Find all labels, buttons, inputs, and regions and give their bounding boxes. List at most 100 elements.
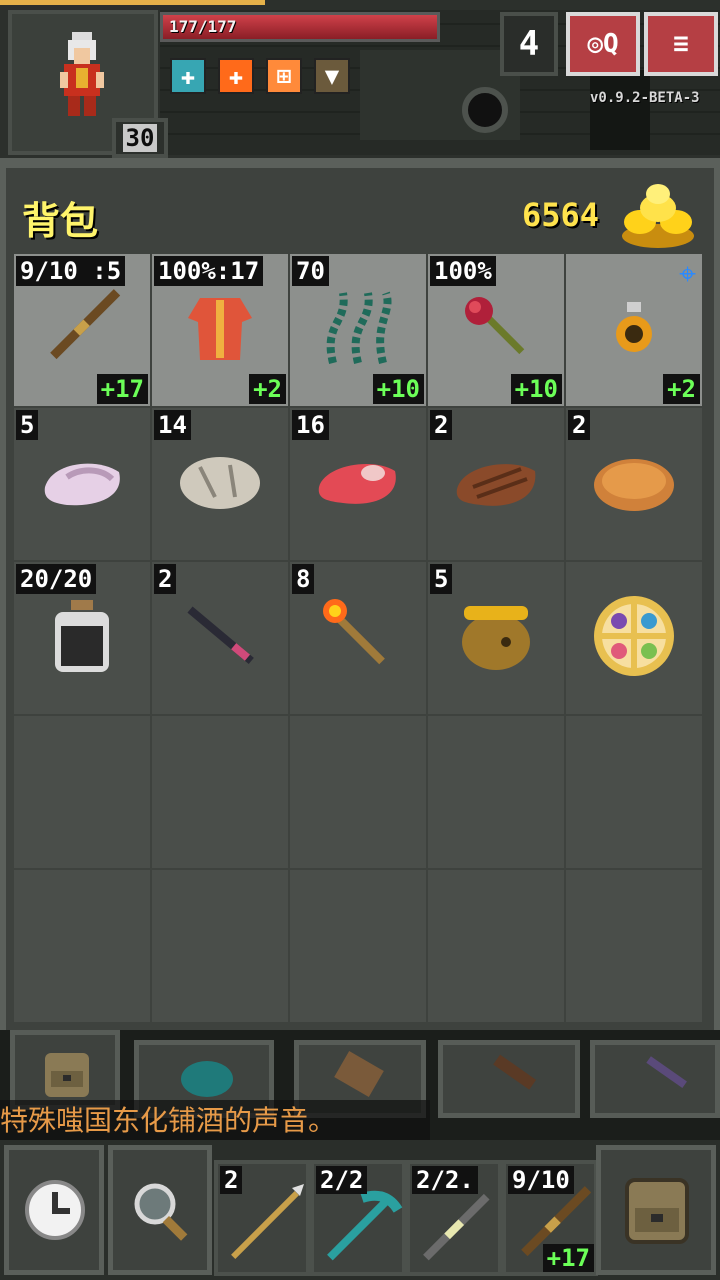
inventory-slot-empty[interactable]	[428, 716, 564, 868]
quickslot-3[interactable]: 2/2.	[406, 1160, 502, 1276]
mystery-meat-icon	[37, 447, 127, 521]
health-text: 177/177	[169, 17, 237, 36]
inventory-slot-empty[interactable]	[14, 870, 150, 1022]
hero-level-badge: 30	[112, 118, 168, 158]
backpack-icon	[625, 1178, 689, 1244]
wait-button[interactable]	[4, 1145, 104, 1275]
backpack-tab[interactable]	[10, 1030, 120, 1110]
pasty-icon	[589, 447, 679, 521]
quickslot-upgrade-level: +17	[542, 1244, 594, 1272]
inventory-slot-dew-vial[interactable]: 20/20	[14, 562, 150, 714]
inventory-slot-ring[interactable]: +2 ⌖	[566, 254, 702, 406]
quickslot-1[interactable]: 2	[214, 1160, 310, 1276]
potion-bandolier-tab-icon	[646, 1056, 687, 1089]
item-upgrade-level: +10	[510, 374, 562, 404]
item-upgrade-level: +2	[249, 374, 286, 404]
inventory-slot-chain-artifact[interactable]: 70 +10	[290, 254, 426, 406]
wand-holster-tab-icon	[493, 1054, 537, 1090]
item-quantity: 100%:17	[154, 256, 264, 286]
depth-indicator-button[interactable]: 4	[500, 12, 558, 76]
regen-buff-icon[interactable]: ⊞	[266, 58, 302, 94]
item-quantity: 14	[154, 410, 191, 440]
item-upgrade-level: +17	[96, 374, 148, 404]
item-quantity: 100%	[430, 256, 496, 286]
inventory-slot-cooked-steak[interactable]: 2	[428, 408, 564, 560]
version-label: v0.9.2-BETA-3	[590, 90, 700, 106]
raw-meat-icon	[313, 447, 403, 521]
item-upgrade-level: +2	[663, 374, 700, 404]
hero-level: 30	[122, 124, 158, 152]
quickslot-quantity: 2	[220, 1166, 243, 1194]
gold-amount: 6564	[522, 196, 600, 234]
chain-artifact-icon	[318, 283, 398, 377]
inventory-slot-rose-artifact[interactable]: 100% +10	[428, 254, 564, 406]
cooked-steak-icon	[451, 447, 541, 521]
item-quantity: 5	[430, 564, 453, 594]
inventory-slot-pasty[interactable]: 2	[566, 408, 702, 560]
rose-artifact-icon	[451, 283, 541, 377]
health-buff-icon[interactable]: ✚	[218, 58, 254, 94]
inventory-slot-mystery-meat[interactable]: 5	[14, 408, 150, 560]
item-quantity: 9/10 :5	[16, 256, 126, 286]
inventory-title: 背包	[22, 199, 99, 243]
potion-bandolier-tab[interactable]	[590, 1040, 720, 1118]
inventory-slot-empty[interactable]	[152, 716, 288, 868]
staff-icon	[37, 283, 127, 377]
inventory-slot-empty[interactable]	[566, 870, 702, 1022]
inventory-slot-stone[interactable]: 14	[152, 408, 288, 560]
game-log-message: 特殊嗤国东化铺酒的声音。	[0, 1100, 430, 1142]
item-quantity: 70	[292, 256, 329, 286]
inventory-slot-empty[interactable]	[14, 716, 150, 868]
health-bar: 177/177	[160, 12, 440, 42]
inventory-slot-empty[interactable]	[428, 870, 564, 1022]
inventory-slot-empty[interactable]	[290, 870, 426, 1022]
item-quantity: 20/20	[16, 564, 97, 594]
item-quantity: 5	[16, 410, 39, 440]
quickslot-quantity: 2/2.	[412, 1166, 478, 1194]
wand-holster-tab[interactable]	[438, 1040, 580, 1118]
journal-button[interactable]: ◎Q	[566, 12, 640, 76]
quickslot-2[interactable]: 2/2	[310, 1160, 406, 1276]
menu-button[interactable]: ≡	[644, 12, 718, 76]
torch-icon	[313, 591, 403, 685]
experience-bar	[0, 0, 265, 5]
scroll-holder-tab-icon	[334, 1051, 384, 1097]
cross-buff-icon[interactable]: ✚	[170, 58, 206, 94]
ring-icon	[609, 298, 659, 362]
magnifier-icon	[134, 1183, 188, 1241]
quickslot-bar: 2 2/2 2/2. 9/10 +17	[214, 1160, 598, 1276]
item-quantity: 2	[430, 410, 453, 440]
clock-icon	[25, 1180, 85, 1240]
robe-armor-icon	[180, 288, 260, 372]
inventory-slot-empty[interactable]	[290, 716, 426, 868]
inventory-slot-robe-armor[interactable]: 100%:17 +2	[152, 254, 288, 406]
inventory-slot-honey-pot[interactable]: 5	[428, 562, 564, 714]
inventory-button[interactable]	[596, 1145, 716, 1275]
menu-icon: ≡	[673, 29, 689, 59]
inventory-slot-empty[interactable]	[152, 870, 288, 1022]
item-upgrade-level: +10	[372, 374, 424, 404]
journal-icon: ◎Q	[587, 29, 619, 59]
gold-pile-icon	[622, 184, 694, 248]
inventory-slot-raw-meat[interactable]: 16	[290, 408, 426, 560]
shield-buff-icon[interactable]: ▼	[314, 58, 350, 94]
inventory-slot-empty[interactable]	[566, 716, 702, 868]
backpack-tab-icon	[45, 1053, 89, 1097]
dart-icon	[175, 591, 265, 685]
item-quantity: 16	[292, 410, 329, 440]
inventory-slot-dart[interactable]: 2	[152, 562, 288, 714]
inventory-slot-staff[interactable]: 9/10 :5 +17	[14, 254, 150, 406]
target-crosshair-icon: ⌖	[679, 257, 696, 292]
item-quantity: 2	[568, 410, 591, 440]
spear-icon	[220, 1180, 310, 1274]
honey-pot-icon	[456, 596, 536, 680]
wand-icon	[412, 1180, 502, 1274]
pie-icon	[591, 593, 677, 683]
pickaxe-icon	[316, 1180, 406, 1274]
quickslot-4[interactable]: 9/10 +17	[502, 1160, 598, 1276]
inventory-slot-pie[interactable]	[566, 562, 702, 714]
search-button[interactable]	[108, 1145, 212, 1275]
inventory-grid: 9/10 :5 +17 100%:17 +2 70 +10 100% +10 +2 ⌖ 5 14 16 2…	[14, 254, 706, 1024]
seed-pouch-tab-icon	[181, 1061, 233, 1097]
inventory-slot-torch[interactable]: 8	[290, 562, 426, 714]
